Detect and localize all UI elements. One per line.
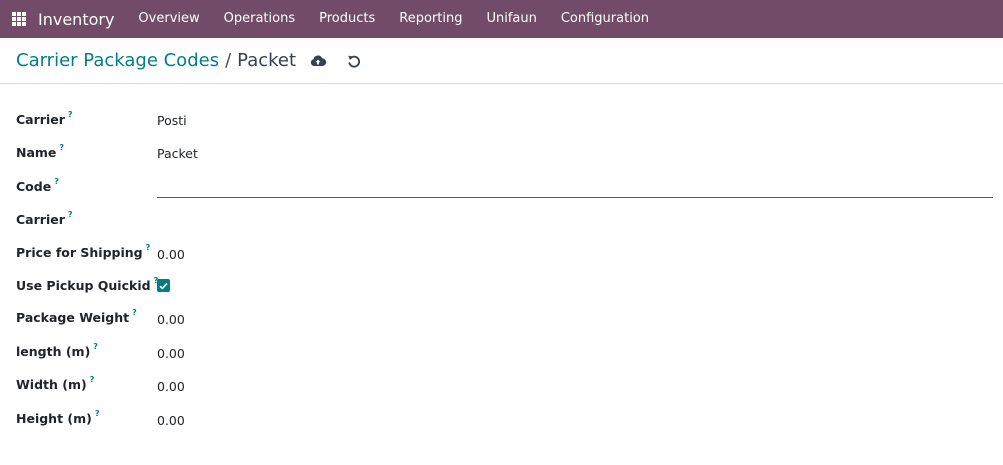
- value-package-weight[interactable]: 0.00: [157, 312, 185, 327]
- cloud-upload-icon: [310, 55, 327, 66]
- help-tooltip-icon[interactable]: ?: [95, 409, 100, 418]
- help-tooltip-icon[interactable]: ?: [59, 143, 64, 152]
- breadcrumb-current: Packet: [237, 50, 297, 71]
- control-panel: Carrier Package Codes / Packet: [0, 38, 1003, 84]
- value-price-for-shipping[interactable]: 0.00: [157, 247, 185, 262]
- field-row-use-pickup-quickid: Use Pickup Quickid?: [0, 276, 1003, 307]
- menu-unifaun[interactable]: Unifaun: [474, 0, 548, 38]
- field-row-height: Height (m)? 0.00: [0, 409, 1003, 440]
- field-row-code: Code?: [0, 177, 1003, 207]
- menu-configuration[interactable]: Configuration: [549, 0, 661, 38]
- top-navbar: Inventory Overview Operations Products R…: [0, 0, 1003, 38]
- breadcrumb-parent[interactable]: Carrier Package Codes: [16, 50, 219, 71]
- label-code: Code?: [16, 177, 59, 194]
- label-price-for-shipping: Price for Shipping?: [16, 243, 151, 260]
- field-row-package-weight: Package Weight? 0.00: [0, 308, 1003, 339]
- help-tooltip-icon[interactable]: ?: [68, 210, 73, 219]
- value-carrier[interactable]: Posti: [157, 113, 187, 128]
- help-tooltip-icon[interactable]: ?: [68, 110, 73, 119]
- menu-reporting[interactable]: Reporting: [387, 0, 474, 38]
- label-package-weight: Package Weight?: [16, 308, 137, 325]
- help-tooltip-icon[interactable]: ?: [90, 375, 95, 384]
- checkmark-icon: [159, 282, 168, 290]
- field-row-width: Width (m)? 0.00: [0, 375, 1003, 406]
- field-row-length: length (m)? 0.00: [0, 342, 1003, 373]
- use-pickup-quickid-checkbox[interactable]: [157, 279, 170, 292]
- label-width: Width (m)?: [16, 375, 95, 392]
- label-height: Height (m)?: [16, 409, 100, 426]
- help-tooltip-icon[interactable]: ?: [146, 243, 151, 252]
- value-height[interactable]: 0.00: [157, 413, 185, 428]
- value-name[interactable]: Packet: [157, 146, 198, 161]
- label-length: length (m)?: [16, 342, 98, 359]
- help-tooltip-icon[interactable]: ?: [54, 177, 59, 186]
- app-name[interactable]: Inventory: [38, 10, 114, 29]
- value-length[interactable]: 0.00: [157, 346, 185, 361]
- apps-grid-icon[interactable]: [12, 12, 26, 26]
- save-button[interactable]: [308, 51, 328, 71]
- label-name: Name?: [16, 143, 65, 160]
- discard-button[interactable]: [344, 51, 364, 71]
- code-input[interactable]: [157, 178, 993, 198]
- undo-icon: [348, 55, 361, 67]
- label-carrier-2: Carrier?: [16, 210, 73, 227]
- menu-products[interactable]: Products: [307, 0, 387, 38]
- field-row-price-for-shipping: Price for Shipping? 0.00: [0, 243, 1003, 274]
- field-row-carrier-2: Carrier?: [0, 210, 1003, 240]
- menu-operations[interactable]: Operations: [212, 0, 307, 38]
- label-carrier: Carrier?: [16, 110, 73, 127]
- field-row-carrier: Carrier? Posti: [0, 110, 1003, 140]
- label-use-pickup-quickid: Use Pickup Quickid?: [16, 276, 159, 293]
- menu-overview[interactable]: Overview: [126, 0, 211, 38]
- value-width[interactable]: 0.00: [157, 379, 185, 394]
- breadcrumb-separator: /: [225, 50, 232, 71]
- field-row-name: Name? Packet: [0, 143, 1003, 173]
- help-tooltip-icon[interactable]: ?: [93, 342, 98, 351]
- help-tooltip-icon[interactable]: ?: [132, 308, 137, 317]
